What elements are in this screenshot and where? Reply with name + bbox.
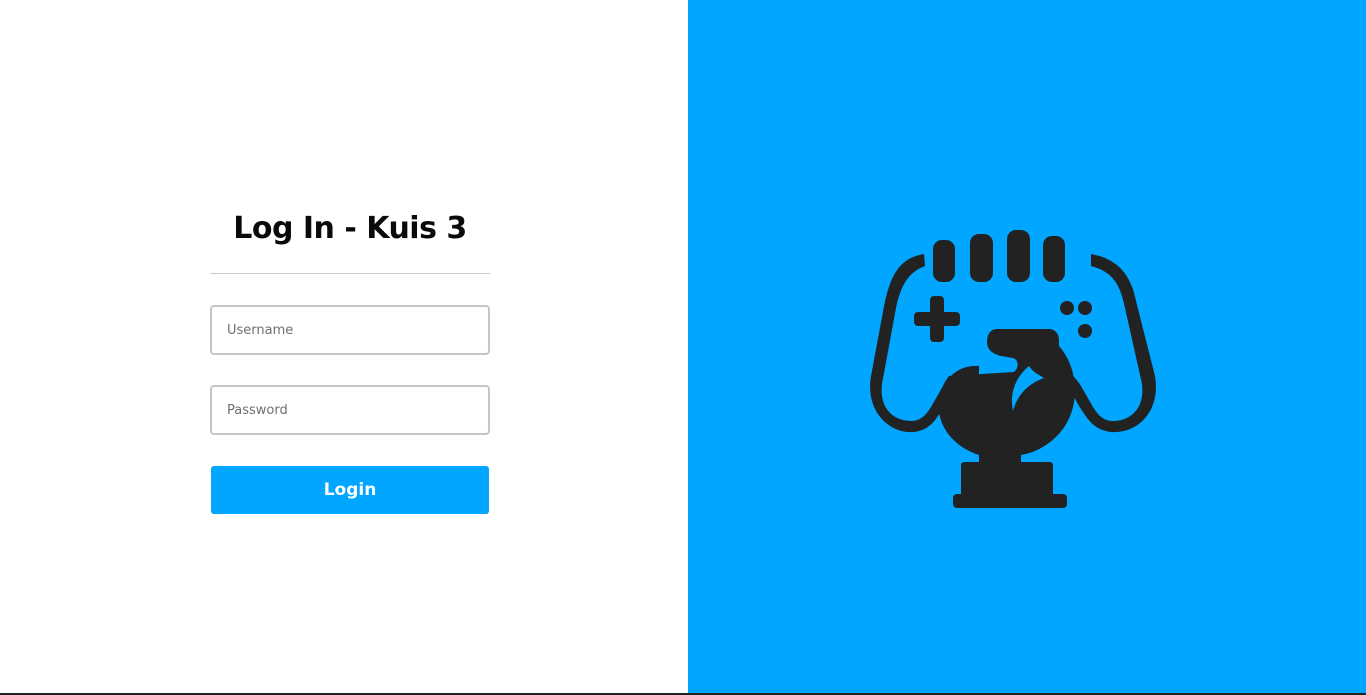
title-divider bbox=[210, 273, 490, 274]
brand-panel bbox=[688, 0, 1366, 693]
login-button[interactable]: Login bbox=[211, 466, 489, 514]
login-form: Log In - Kuis 3 Login bbox=[210, 205, 490, 514]
username-input[interactable] bbox=[210, 305, 490, 355]
gamepad-trophy-icon bbox=[870, 230, 1156, 508]
login-page: Log In - Kuis 3 Login bbox=[0, 0, 1366, 695]
page-title: Log In - Kuis 3 bbox=[233, 211, 467, 246]
login-panel: Log In - Kuis 3 Login bbox=[0, 0, 688, 693]
password-input[interactable] bbox=[210, 385, 490, 435]
